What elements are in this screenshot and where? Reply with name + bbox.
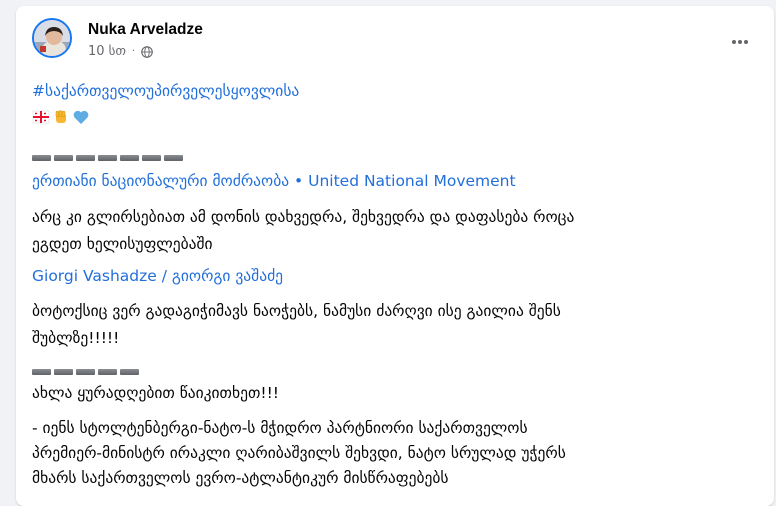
- separator-dash: [54, 155, 73, 161]
- post-text-2a: ბოტოქსიც ვერ გადაგიჭიმავს ნაოჭებს, ნამუს…: [32, 302, 561, 320]
- post-text-4b: პრემიერ-მინისტრ ირაკლი ღარიბაშვილს შეხვდ…: [32, 444, 566, 462]
- hashtag-link[interactable]: #საქართველოუპირველესყოვლისა: [32, 82, 299, 100]
- blue-heart-emoji: [73, 110, 89, 124]
- separator-dash: [120, 369, 139, 375]
- separator-dash: [54, 369, 73, 375]
- more-dots-icon: [732, 40, 748, 44]
- georgia-flag-emoji: [32, 110, 50, 124]
- post-meta: 10 სთ ·: [88, 44, 153, 59]
- separator-dash: [76, 155, 95, 161]
- globe-icon[interactable]: [141, 45, 153, 58]
- post-card: Nuka Arveladze 10 სთ · #საქართველოუპირვე…: [16, 6, 774, 506]
- emoji-row: [32, 108, 90, 126]
- separator-line-2: [32, 369, 139, 375]
- post-text-4a: - იენს სტოლტენბერგი-ნატო-ს მჭიდრო პარტნი…: [32, 419, 528, 437]
- avatar-image: [34, 20, 70, 56]
- separator-dash: [76, 369, 95, 375]
- meta-separator: ·: [131, 46, 136, 57]
- post-time[interactable]: 10 სთ: [88, 44, 126, 59]
- post-header: Nuka Arveladze 10 სთ ·: [32, 18, 752, 66]
- separator-dash: [98, 369, 117, 375]
- separator-dash: [164, 155, 183, 161]
- separator-line-1: [32, 155, 183, 161]
- post-author[interactable]: Nuka Arveladze: [88, 21, 203, 39]
- mention-giorgi-vashadze[interactable]: Giorgi Vashadze / გიორგი ვაშაძე: [32, 267, 283, 285]
- more-options-button[interactable]: [722, 24, 758, 60]
- mention-united-national-movement[interactable]: ერთიანი ნაციონალური მოძრაობა • United Na…: [32, 172, 516, 190]
- post-text-1a: არც კი გლირსებიათ ამ დონის დახვედრა, შეხ…: [32, 208, 575, 226]
- post-text-2b: შუბლზე!!!!!: [32, 329, 120, 347]
- post-text-1b: ეგდეთ ხელისუფლებაში: [32, 235, 213, 253]
- separator-dash: [120, 155, 139, 161]
- separator-dash: [32, 369, 51, 375]
- post-text-4c: მხარს საქართველოს ევრო-ატლანტიკურ მისწრა…: [32, 469, 449, 487]
- separator-dash: [98, 155, 117, 161]
- raised-fist-emoji: [55, 110, 66, 123]
- separator-dash: [142, 155, 161, 161]
- avatar[interactable]: [32, 18, 72, 58]
- separator-dash: [32, 155, 51, 161]
- post-text-3: ახლა ყურადღებით წაიკითხეთ!!!: [32, 384, 279, 402]
